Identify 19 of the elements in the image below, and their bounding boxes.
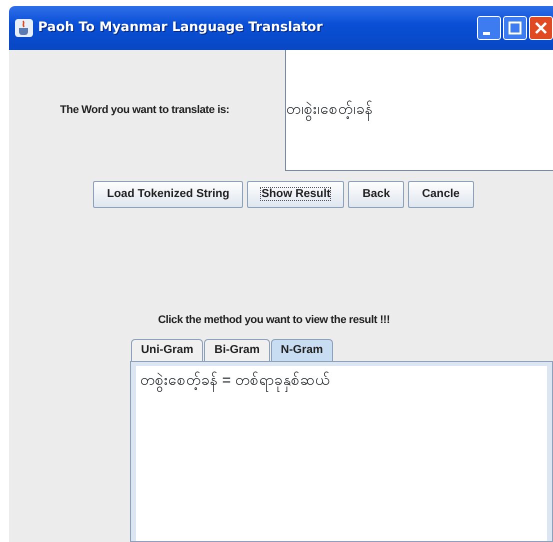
action-button[interactable]: Show Result <box>247 181 344 208</box>
coffee-cup-icon <box>15 19 33 37</box>
input-label: The Word you want to translate is: <box>60 103 230 118</box>
method-tab[interactable]: Uni-Gram <box>131 339 204 362</box>
method-prompt: Click the method you want to view the result !!! <box>158 314 390 326</box>
minimize-icon <box>483 32 490 34</box>
action-button[interactable]: Cancle <box>408 181 474 208</box>
method-tab[interactable]: Bi-Gram <box>204 339 270 362</box>
result-text-area[interactable]: တစွဲးစေတ့်ခန် = တစ်ရာခုနှစ်ဆယ် <box>136 366 547 541</box>
input-text-area[interactable]: တ၊စွဲး၊စေတ့်၊ခန် <box>285 50 553 171</box>
minimize-button[interactable] <box>477 16 501 40</box>
close-button[interactable] <box>529 16 553 40</box>
close-icon <box>534 21 548 35</box>
window-title: Paoh To Myanmar Language Translator <box>38 19 324 38</box>
method-tab[interactable]: N-Gram <box>270 339 333 362</box>
maximize-icon <box>508 21 522 35</box>
action-button[interactable]: Load Tokenized String <box>93 181 244 208</box>
maximize-button[interactable] <box>503 16 527 40</box>
action-button[interactable]: Back <box>348 181 404 208</box>
